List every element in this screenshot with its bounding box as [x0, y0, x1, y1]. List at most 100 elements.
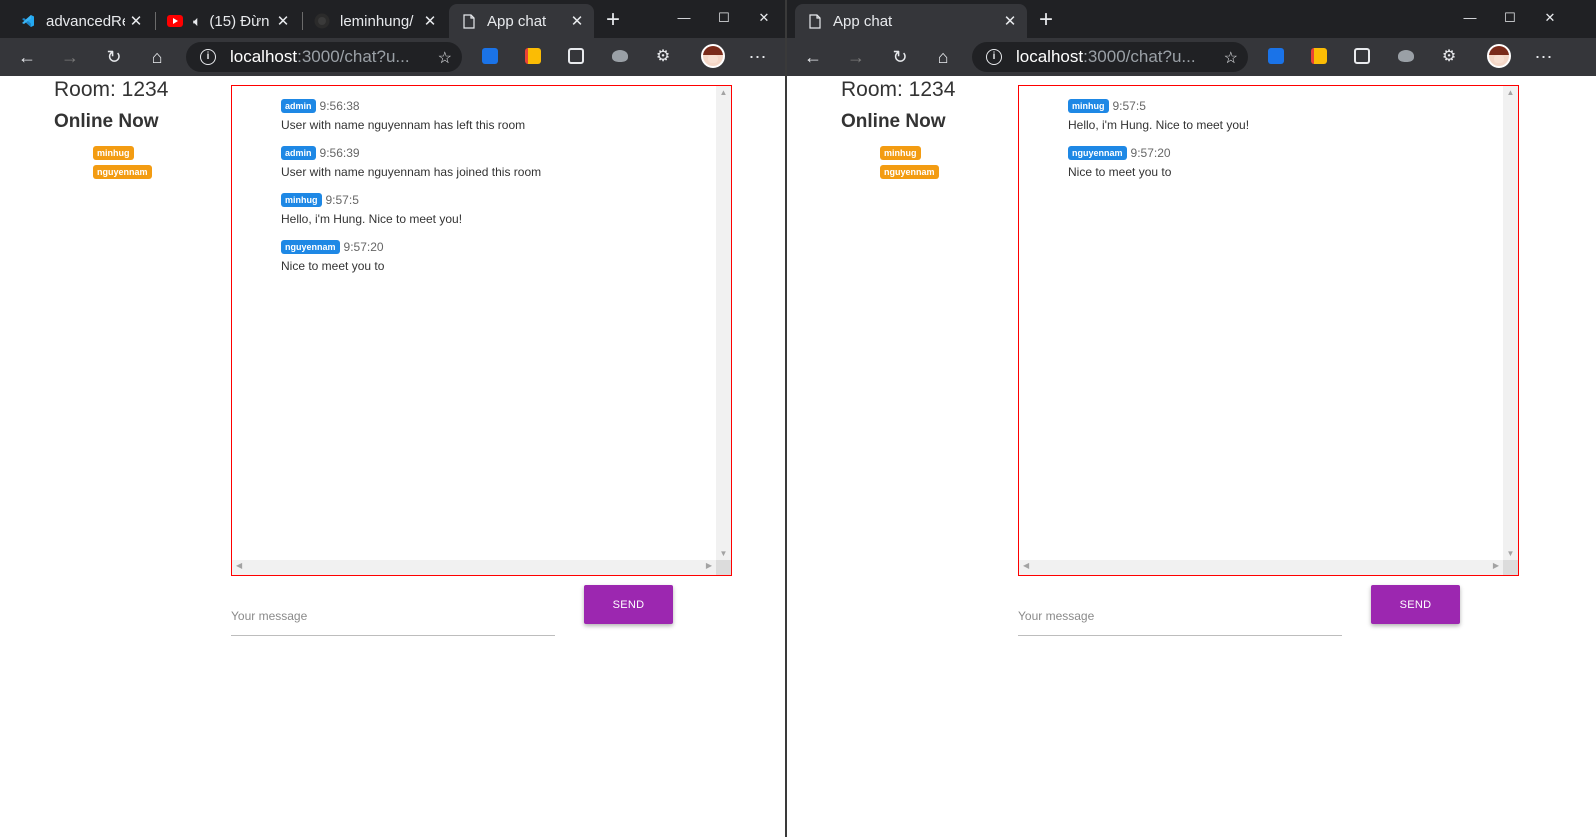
close-icon[interactable]: ✕	[566, 12, 588, 30]
info-icon[interactable]: i	[200, 49, 216, 65]
url-text: localhost:3000/chat?u...	[230, 47, 410, 66]
home-icon[interactable]: ⌂	[932, 46, 954, 68]
desktop: advancedRe ✕ 🔈︎ (15) Đừn ✕ leminhung/ ✕	[0, 0, 1596, 837]
sender-badge: nguyennam	[281, 239, 340, 254]
message-input[interactable]	[1018, 596, 1342, 636]
message-text: Nice to meet you to	[1068, 165, 1172, 179]
message-time: 9:57:5	[325, 192, 359, 207]
vertical-scrollbar[interactable]: ▲ ▼	[1503, 86, 1518, 560]
close-icon[interactable]: ✕	[125, 12, 147, 30]
hat-extension-icon[interactable]	[1398, 50, 1414, 62]
send-button[interactable]: SEND	[584, 585, 673, 624]
tab-strip: advancedRe ✕ 🔈︎ (15) Đừn ✕ leminhung/ ✕	[0, 0, 786, 38]
sender-badge: nguyennam	[1068, 145, 1127, 160]
message-time: 9:56:39	[319, 145, 360, 160]
messages-panel[interactable]: admin 9:56:38 User with name nguyennam ha…	[231, 85, 732, 576]
water-drop-extension-icon[interactable]	[482, 48, 498, 64]
info-icon[interactable]: i	[986, 49, 1002, 65]
tab-youtube[interactable]: 🔈︎ (15) Đừn ✕	[155, 4, 300, 38]
back-icon[interactable]: ←	[16, 46, 38, 68]
online-user-badge: nguyennam	[93, 165, 152, 179]
scroll-up-icon[interactable]: ▲	[1503, 88, 1518, 97]
messages-panel[interactable]: minhug 9:57:5 Hello, i'm Hung. Nice to me…	[1018, 85, 1519, 576]
address-bar[interactable]: i localhost:3000/chat?u... ☆	[972, 42, 1248, 72]
maximize-icon[interactable]: ☐	[1500, 8, 1520, 28]
avatar[interactable]	[701, 44, 725, 68]
browser-toolbar: ← → ↻ ⌂ i localhost:3000/chat?u... ☆ ⚙︎ …	[787, 38, 1596, 76]
close-window-icon[interactable]: ✕	[754, 8, 774, 28]
message-time: 9:56:38	[319, 98, 360, 113]
scroll-left-icon[interactable]: ◀	[236, 561, 242, 570]
room-title: Room: 1234	[841, 78, 956, 101]
sender-badge: admin	[281, 98, 316, 113]
address-bar[interactable]: i localhost:3000/chat?u... ☆	[186, 42, 462, 72]
close-icon[interactable]: ✕	[419, 12, 441, 30]
browser-toolbar: ← → ↻ ⌂ i localhost:3000/chat?u... ☆ ⚙︎ …	[0, 38, 786, 76]
message-item: admin 9:56:38 User with name nguyennam ha…	[281, 98, 541, 133]
back-icon[interactable]: ←	[802, 46, 824, 68]
online-user-badge: minhug	[880, 146, 921, 160]
forward-icon[interactable]: →	[59, 46, 81, 68]
message-item: minhug 9:57:5 Hello, i'm Hung. Nice to me…	[281, 192, 541, 227]
close-window-icon[interactable]: ✕	[1540, 8, 1560, 28]
maximize-icon[interactable]: ☐	[714, 8, 734, 28]
send-button[interactable]: SEND	[1371, 585, 1460, 624]
scroll-down-icon[interactable]: ▼	[716, 549, 731, 558]
tab-vscode[interactable]: advancedRe ✕	[8, 4, 153, 38]
square-extension-icon[interactable]	[568, 48, 584, 64]
vertical-scrollbar[interactable]: ▲ ▼	[716, 86, 731, 560]
online-users-list: minhug nguyennam	[93, 146, 152, 184]
vscode-icon	[20, 13, 36, 29]
message-time: 9:57:20	[1130, 145, 1171, 160]
menu-dots-icon[interactable]: ⋯	[1533, 46, 1555, 68]
notes-extension-icon[interactable]	[1311, 48, 1327, 64]
scroll-right-icon[interactable]: ▶	[1493, 561, 1499, 570]
message-time: 9:57:20	[343, 239, 384, 254]
message-text: Hello, i'm Hung. Nice to meet you!	[1068, 118, 1250, 132]
water-drop-extension-icon[interactable]	[1268, 48, 1284, 64]
message-text: User with name nguyennam has joined this…	[281, 165, 542, 179]
sender-badge: minhug	[281, 192, 322, 207]
bookmark-star-icon[interactable]: ☆	[1224, 48, 1238, 68]
online-user-badge: minhug	[93, 146, 134, 160]
tab-app-chat[interactable]: App chat ✕	[449, 4, 594, 38]
scroll-up-icon[interactable]: ▲	[716, 88, 731, 97]
square-extension-icon[interactable]	[1354, 48, 1370, 64]
url-text: localhost:3000/chat?u...	[1016, 47, 1196, 66]
home-icon[interactable]: ⌂	[146, 46, 168, 68]
forward-icon[interactable]: →	[845, 46, 867, 68]
scroll-right-icon[interactable]: ▶	[706, 561, 712, 570]
browser-window-left: advancedRe ✕ 🔈︎ (15) Đừn ✕ leminhung/ ✕	[0, 0, 786, 837]
scroll-down-icon[interactable]: ▼	[1503, 549, 1518, 558]
online-now-heading: Online Now	[841, 111, 946, 132]
chat-page: Room: 1234 Online Now minhug nguyennam a…	[0, 76, 786, 837]
minimize-icon[interactable]: —	[674, 8, 694, 28]
close-icon[interactable]: ✕	[999, 12, 1021, 30]
reload-icon[interactable]: ↻	[103, 46, 125, 68]
message-input[interactable]	[231, 596, 555, 636]
message-text: Nice to meet you to	[281, 259, 385, 273]
youtube-icon	[167, 13, 183, 29]
chat-page: Room: 1234 Online Now minhug nguyennam m…	[787, 76, 1596, 837]
reload-icon[interactable]: ↻	[889, 46, 911, 68]
horizontal-scrollbar[interactable]: ◀ ▶	[1019, 560, 1503, 575]
tab-github[interactable]: leminhung/ ✕	[302, 4, 447, 38]
extensions-puzzle-icon[interactable]: ⚙︎	[1438, 46, 1460, 68]
minimize-icon[interactable]: —	[1460, 8, 1480, 28]
message-time: 9:57:5	[1112, 98, 1146, 113]
horizontal-scrollbar[interactable]: ◀ ▶	[232, 560, 716, 575]
tab-strip: App chat ✕ + — ☐ ✕	[787, 0, 1596, 38]
extensions-puzzle-icon[interactable]: ⚙︎	[652, 46, 674, 68]
bookmark-star-icon[interactable]: ☆	[438, 48, 452, 68]
message-item: admin 9:56:39 User with name nguyennam ha…	[281, 145, 541, 180]
hat-extension-icon[interactable]	[612, 50, 628, 62]
close-icon[interactable]: ✕	[272, 12, 294, 30]
speaker-icon[interactable]: 🔈︎	[193, 13, 201, 30]
scroll-left-icon[interactable]: ◀	[1023, 561, 1029, 570]
new-tab-button[interactable]: +	[1033, 8, 1059, 34]
new-tab-button[interactable]: +	[600, 8, 626, 34]
menu-dots-icon[interactable]: ⋯	[747, 46, 769, 68]
tab-app-chat[interactable]: App chat ✕	[795, 4, 1027, 38]
avatar[interactable]	[1487, 44, 1511, 68]
notes-extension-icon[interactable]	[525, 48, 541, 64]
